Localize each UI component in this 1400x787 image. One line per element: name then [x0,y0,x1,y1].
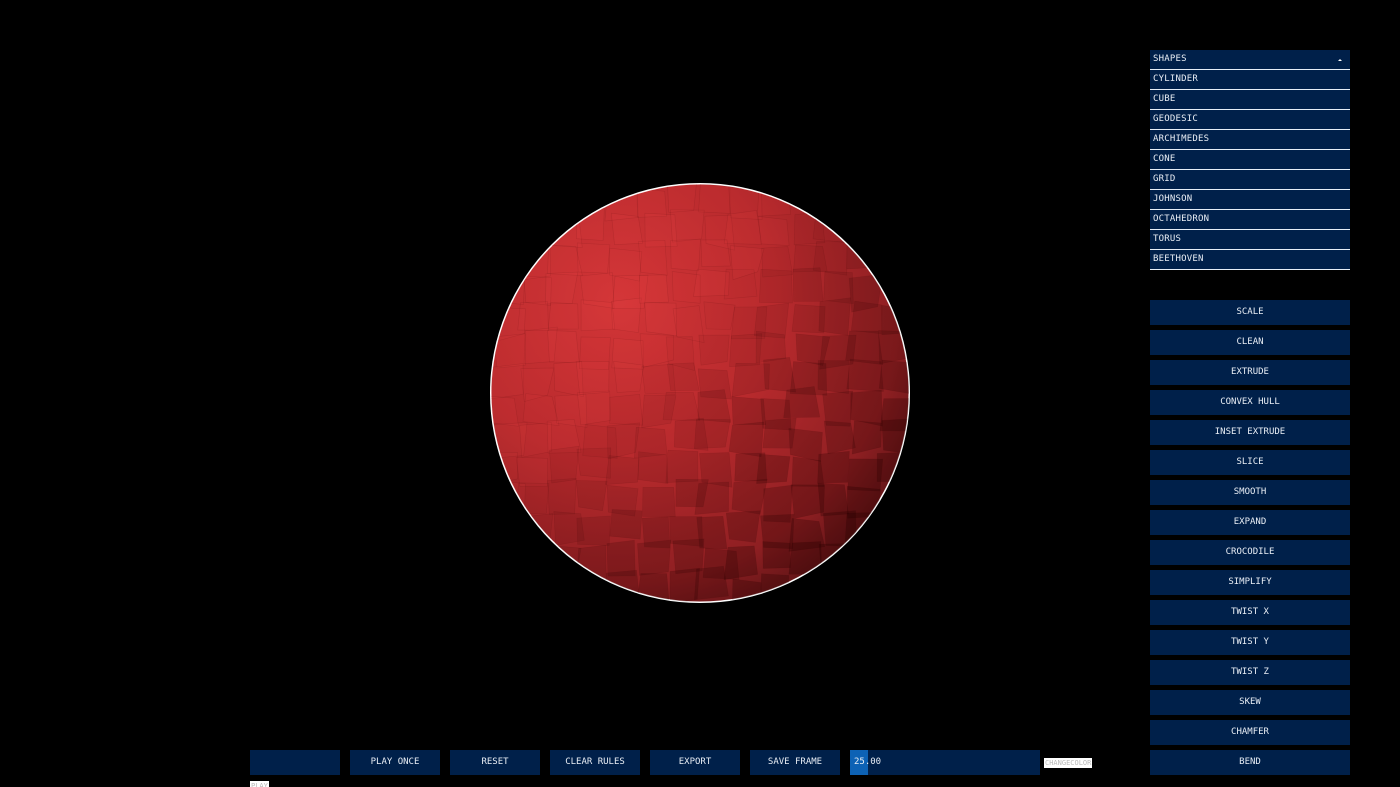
caret-up-icon [1338,59,1342,61]
shapes-header-label: SHAPES [1153,54,1187,64]
shape-option-cube[interactable]: CUBE [1150,90,1350,110]
shape-option-beethoven[interactable]: BEETHOVEN [1150,250,1350,270]
twist-y-button[interactable]: TWIST Y [1150,630,1350,655]
shape-option-grid[interactable]: GRID [1150,170,1350,190]
save-frame-button[interactable]: SAVE FRAME [750,750,840,775]
scale-button[interactable]: SCALE [1150,300,1350,325]
shape-option-cone[interactable]: CONE [1150,150,1350,170]
operations-panel: SCALE CLEAN EXTRUDE CONVEX HULL INSET EXTRUD… [1150,300,1350,780]
app-stage: SHAPES CYLINDER CUBE GEODESIC ARCHIMEDES CON… [0,0,1400,787]
convex-hull-button[interactable]: CONVEX HULL [1150,390,1350,415]
slider-value: 25.00 [854,757,882,767]
export-button[interactable]: EXPORT [650,750,740,775]
expand-button[interactable]: EXPAND [1150,510,1350,535]
twist-z-button[interactable]: TWIST Z [1150,660,1350,685]
change-color-toggle[interactable]: CHANGECOLOR [1044,758,1093,768]
crocodile-button[interactable]: CROCODILE [1150,540,1350,565]
bend-button[interactable]: BEND [1150,750,1350,775]
play-once-button[interactable]: PLAY ONCE [350,750,440,775]
clear-rules-button[interactable]: CLEAR RULES [550,750,640,775]
smooth-button[interactable]: SMOOTH [1150,480,1350,505]
play-toggle[interactable]: PLAY [250,781,269,787]
simplify-button[interactable]: SIMPLIFY [1150,570,1350,595]
extrude-button[interactable]: EXTRUDE [1150,360,1350,385]
chamfer-button[interactable]: CHAMFER [1150,720,1350,745]
shape-option-johnson[interactable]: JOHNSON [1150,190,1350,210]
shape-option-octahedron[interactable]: OCTAHEDRON [1150,210,1350,230]
reset-button[interactable]: RESET [450,750,540,775]
shape-option-archimedes[interactable]: ARCHIMEDES [1150,130,1350,150]
shape-option-torus[interactable]: TORUS [1150,230,1350,250]
inset-extrude-button[interactable]: INSET EXTRUDE [1150,420,1350,445]
shape-option-cylinder[interactable]: CYLINDER [1150,70,1350,90]
clean-button[interactable]: CLEAN [1150,330,1350,355]
slice-button[interactable]: SLICE [1150,450,1350,475]
shapes-dropdown-header[interactable]: SHAPES [1150,50,1350,70]
sphere-viewport[interactable] [480,175,920,615]
skew-button[interactable]: SKEW [1150,690,1350,715]
shapes-dropdown[interactable]: SHAPES CYLINDER CUBE GEODESIC ARCHIMEDES CON… [1150,50,1350,270]
twist-x-button[interactable]: TWIST X [1150,600,1350,625]
shape-option-geodesic[interactable]: GEODESIC [1150,110,1350,130]
blank-button[interactable] [250,750,340,775]
value-slider[interactable]: 25.00 [850,750,1040,775]
